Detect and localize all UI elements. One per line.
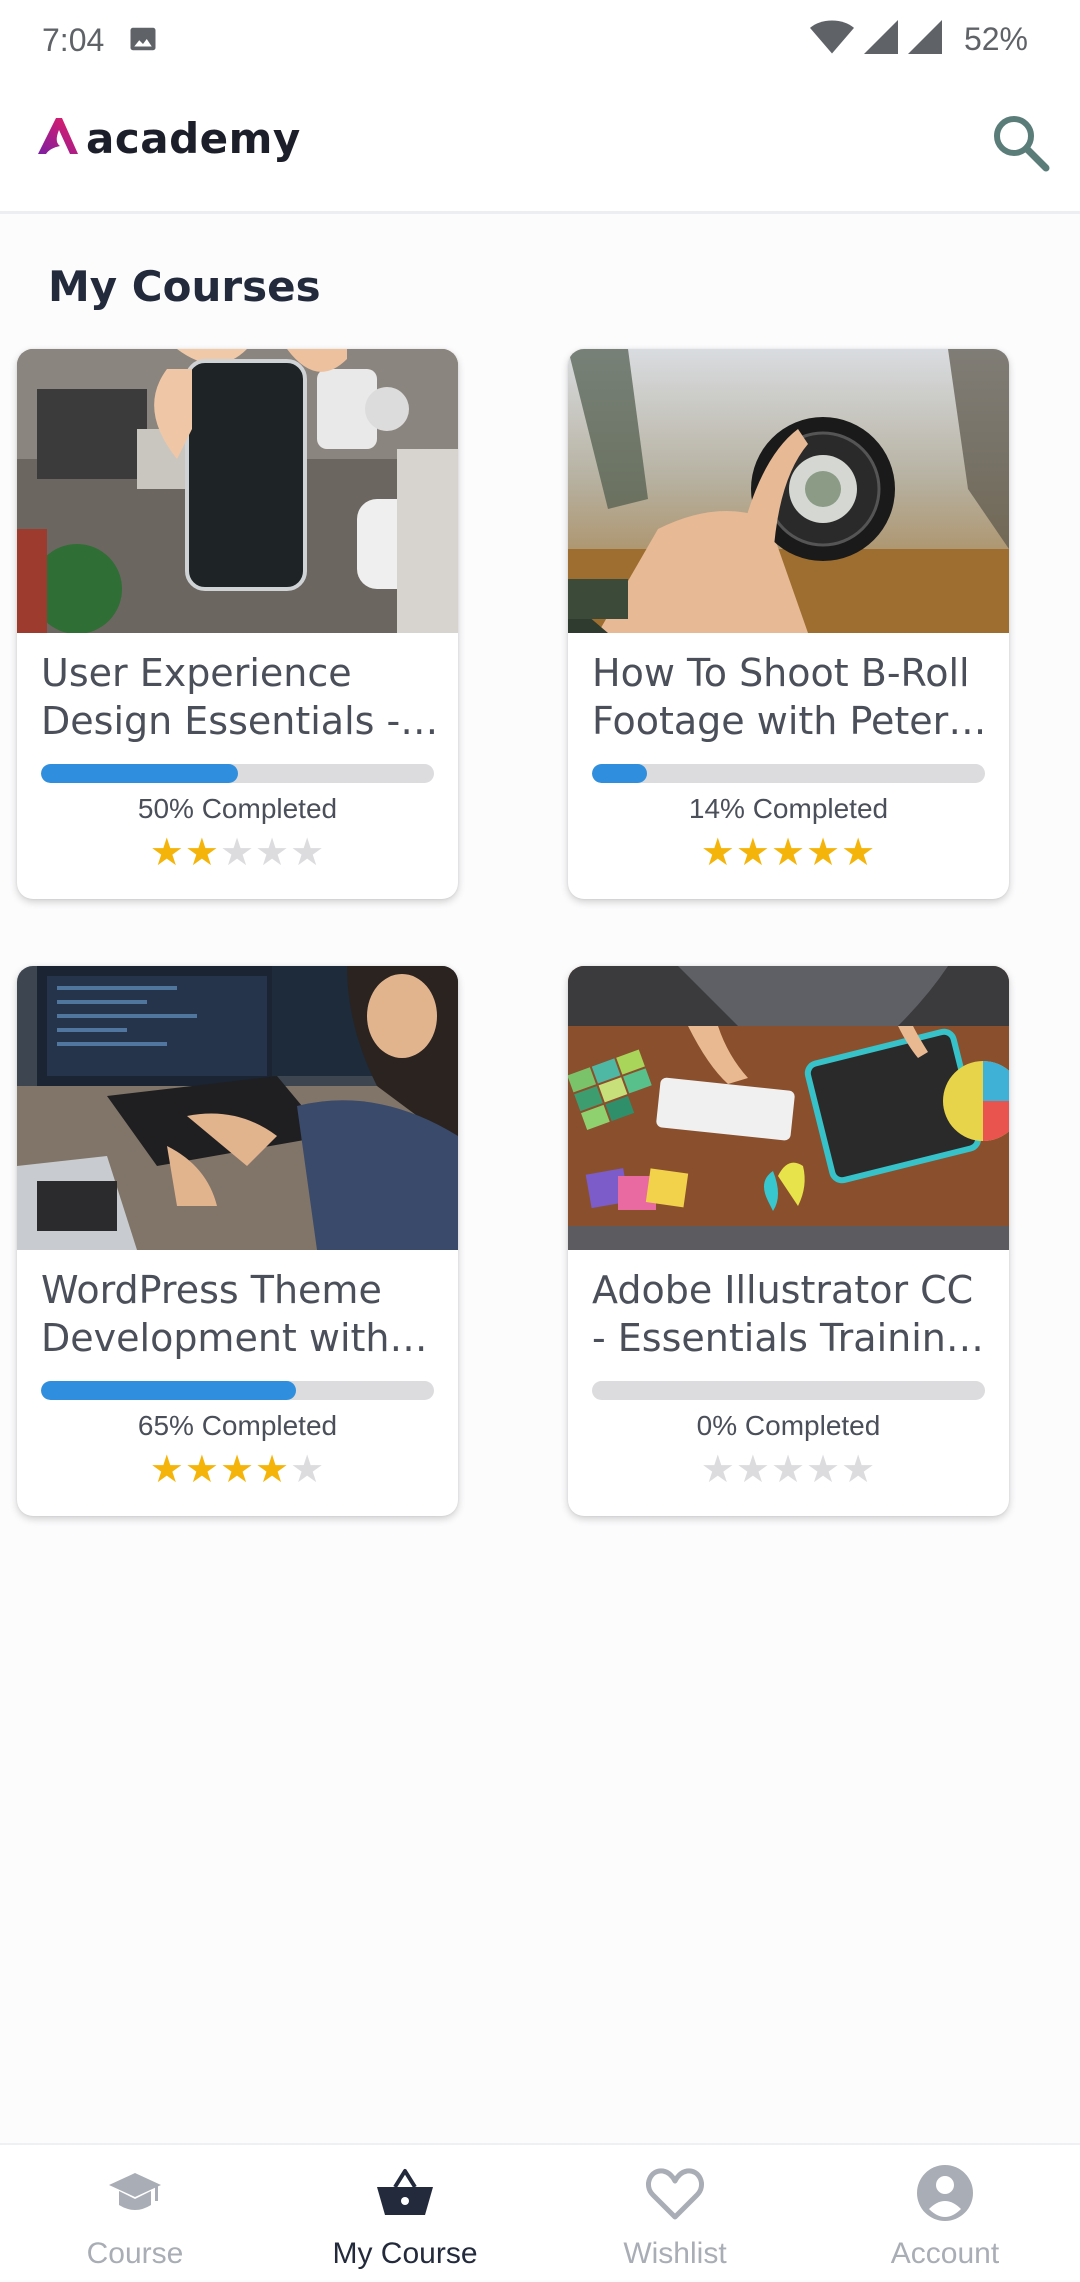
star-icon: ★ <box>255 1449 291 1491</box>
course-thumbnail <box>568 349 1009 633</box>
star-icon: ★ <box>184 1449 220 1491</box>
course-thumbnail <box>17 349 458 633</box>
search-button[interactable] <box>988 110 1054 176</box>
progress-label: 0% Completed <box>696 1410 881 1441</box>
star-icon: ★ <box>700 832 736 874</box>
course-card[interactable]: How To Shoot B-Roll Footage with Peter .… <box>568 349 1009 899</box>
nav-item-my-course[interactable]: My Course <box>270 2145 540 2282</box>
course-title: Adobe Illustrator CC - Essentials Traini… <box>592 1268 974 1360</box>
progress-label: 65% Completed <box>137 1410 338 1441</box>
nav-label: My Course <box>332 2237 478 2270</box>
signal-icon <box>907 20 942 59</box>
graduation-cap-icon <box>105 2163 165 2223</box>
course-title: WordPress Theme Development with B... <box>41 1268 390 1360</box>
progress-fill <box>41 1381 297 1400</box>
nav-item-course[interactable]: Course <box>0 2145 270 2282</box>
star-icon: ★ <box>184 832 220 874</box>
course-card[interactable]: Adobe Illustrator CC - Essentials Traini… <box>568 966 1009 1516</box>
star-icon: ★ <box>290 832 326 874</box>
star-icon: ★ <box>841 1449 877 1491</box>
progress-bar <box>592 764 985 783</box>
star-icon: ★ <box>149 1449 185 1491</box>
battery-level: 52% <box>963 21 1028 57</box>
rating-stars: ★★★★★ <box>568 833 1009 873</box>
progress-bar <box>41 764 434 783</box>
progress-label: 50% Completed <box>137 793 338 824</box>
course-thumbnail <box>568 966 1009 1250</box>
status-bar: 7:04 52% <box>0 0 1080 80</box>
star-icon: ★ <box>149 832 185 874</box>
nav-item-account[interactable]: Account <box>810 2145 1080 2282</box>
course-card[interactable]: WordPress Theme Development with B... 65… <box>17 966 458 1516</box>
star-icon: ★ <box>700 1449 736 1491</box>
course-thumbnail <box>17 966 458 1250</box>
rating-stars: ★★★★★ <box>17 1450 458 1490</box>
progress-fill <box>592 764 648 783</box>
nav-item-wishlist[interactable]: Wishlist <box>540 2145 810 2282</box>
bottom-navigation: Course My Course Wishlist Account <box>0 2143 1080 2280</box>
course-title: User Experience Design Essentials - A... <box>41 651 401 743</box>
star-icon: ★ <box>290 1449 326 1491</box>
logo-text: academy <box>86 114 301 163</box>
nav-label: Account <box>890 2237 1000 2270</box>
star-icon: ★ <box>255 832 291 874</box>
star-icon: ★ <box>806 1449 842 1491</box>
nav-label: Wishlist <box>623 2237 727 2270</box>
rating-stars: ★★★★★ <box>17 833 458 873</box>
course-title: How To Shoot B-Roll Footage with Peter .… <box>592 651 970 743</box>
course-card[interactable]: User Experience Design Essentials - A...… <box>17 349 458 899</box>
basket-icon <box>375 2163 435 2223</box>
account-circle-icon <box>915 2163 975 2223</box>
page-title: My Courses <box>48 262 321 311</box>
nav-label: Course <box>86 2237 184 2270</box>
status-time: 7:04 <box>42 22 105 58</box>
logo-mark-icon <box>36 116 80 161</box>
star-icon: ★ <box>219 832 256 874</box>
heart-icon <box>645 2163 705 2223</box>
search-icon <box>988 116 1054 180</box>
rating-stars: ★★★★★ <box>568 1450 1009 1490</box>
progress-label: 14% Completed <box>688 793 889 824</box>
signal-icon <box>863 20 898 59</box>
star-icon: ★ <box>770 1449 807 1491</box>
star-icon: ★ <box>841 832 877 874</box>
app-bar: academy <box>0 80 1080 214</box>
star-icon: ★ <box>770 832 807 874</box>
image-notification-icon <box>128 24 158 59</box>
progress-bar <box>592 1381 985 1400</box>
progress-bar <box>41 1381 434 1400</box>
wifi-icon <box>809 20 854 59</box>
logo: academy <box>36 114 301 163</box>
star-icon: ★ <box>735 1449 771 1491</box>
star-icon: ★ <box>219 1449 256 1491</box>
star-icon: ★ <box>806 832 842 874</box>
star-icon: ★ <box>735 832 771 874</box>
progress-fill <box>41 764 238 783</box>
